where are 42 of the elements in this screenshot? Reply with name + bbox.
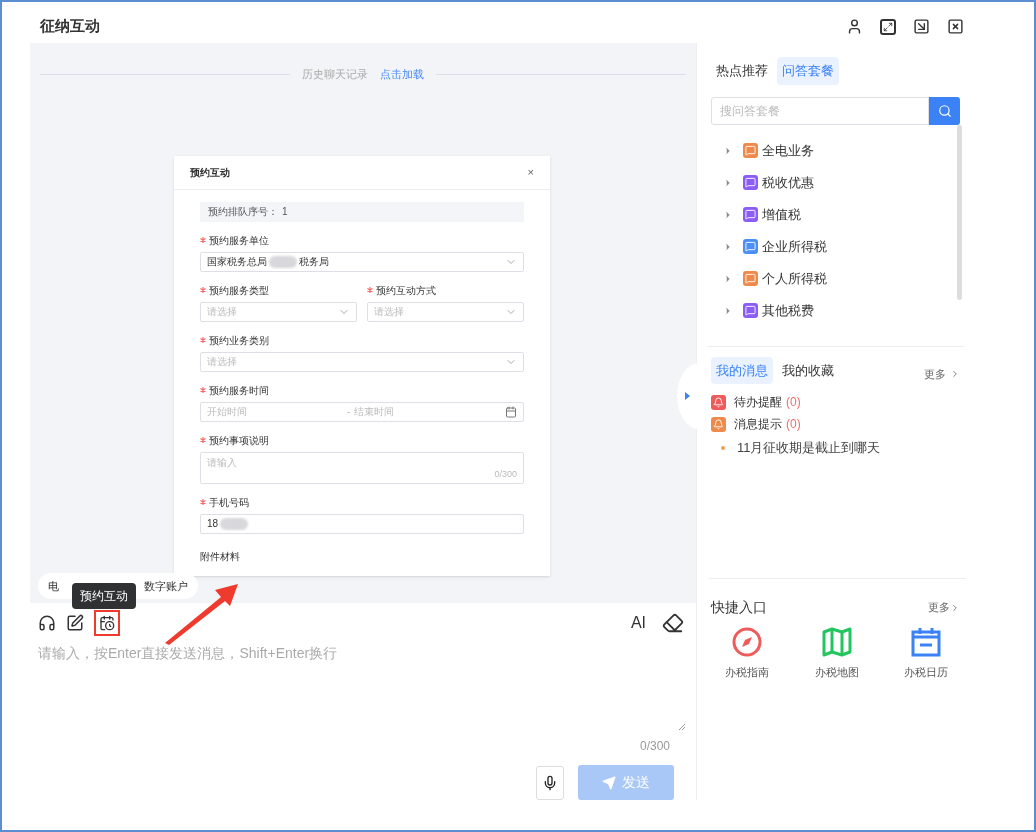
quick-label: 办税地图: [814, 665, 859, 680]
field-placeholder: 请输入: [207, 455, 238, 470]
tree-label: 其他税费: [762, 301, 814, 320]
field-placeholder: 请选择: [374, 305, 404, 319]
tree-label: 全电业务: [762, 141, 814, 160]
tree-label: 税收优惠: [762, 173, 814, 192]
field-label: 预约互动方式: [376, 283, 436, 298]
history-label: 历史聊天记录: [302, 67, 368, 82]
quick-label: 办税日历: [904, 665, 948, 680]
input-placeholder: 请输入，按Enter直接发送消息，Shift+Enter换行: [38, 644, 339, 663]
field-value: 国家税务总局: [207, 255, 267, 269]
tree-label: 企业所得税: [762, 237, 827, 256]
send-button: 发送: [578, 765, 674, 800]
field-placeholder: 请选择: [207, 355, 237, 369]
field-label: 手机号码: [209, 495, 249, 510]
field-label: 预约事项说明: [209, 433, 269, 448]
message-count: (0): [786, 394, 801, 411]
tree-label: 增值税: [762, 205, 801, 224]
field-label: 预约服务单位: [209, 233, 269, 248]
info-label: 预约排队序号：: [208, 205, 278, 219]
field-placeholder: 结束时间: [354, 405, 395, 419]
info-value: 1: [282, 205, 288, 219]
field-label: 预约服务类型: [209, 283, 269, 298]
section-title: 快捷入口: [711, 598, 767, 617]
chip-text: 数字账户: [144, 578, 188, 594]
chip-text: 电: [48, 578, 59, 594]
tree-label: 个人所得税: [762, 269, 827, 288]
field-label: 附件材料: [200, 549, 240, 564]
tooltip: 预约互动: [72, 583, 136, 609]
field-placeholder: 请选择: [207, 305, 237, 319]
field-label: 预约服务时间: [209, 383, 269, 398]
char-counter: 0/300: [639, 738, 670, 755]
char-counter: 0/300: [494, 469, 517, 479]
field-placeholder: 开始时间: [207, 405, 248, 419]
message-count: (0): [786, 416, 801, 433]
quick-label: 办税指南: [725, 665, 769, 680]
range-separator: -: [347, 405, 351, 419]
field-value: 税务局: [299, 255, 329, 269]
field-value: 18: [207, 517, 219, 531]
window-title: 征纳互动: [40, 16, 100, 37]
field-label: 预约业务类别: [209, 333, 269, 348]
dialog-title: 预约互动: [190, 165, 230, 180]
